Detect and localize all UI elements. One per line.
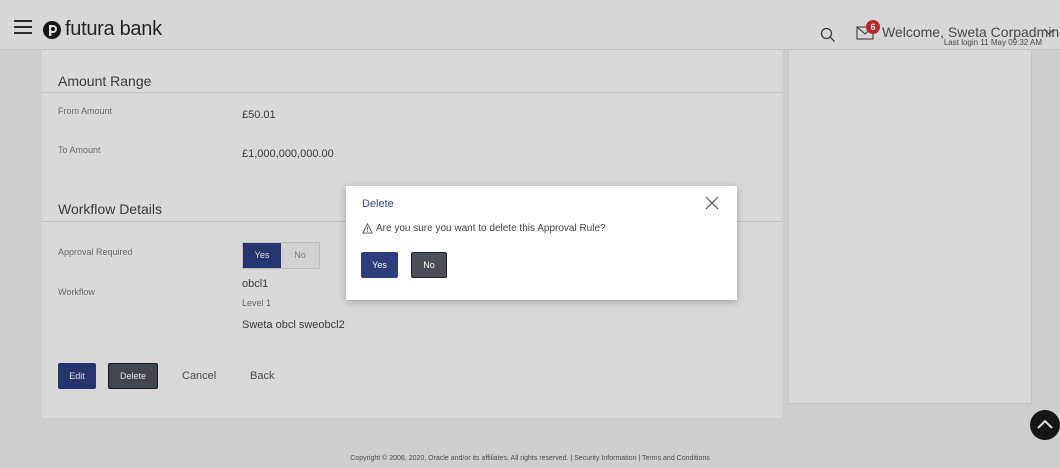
dialog-message: Are you sure you want to delete this App… bbox=[362, 223, 606, 234]
dialog-no-button[interactable]: No bbox=[411, 252, 447, 278]
dialog-message-text: Are you sure you want to delete this App… bbox=[376, 223, 606, 234]
dialog-title: Delete bbox=[362, 198, 394, 210]
warning-icon bbox=[362, 223, 373, 234]
close-icon[interactable] bbox=[705, 196, 719, 210]
delete-confirm-dialog: Delete Are you sure you want to delete t… bbox=[346, 186, 737, 300]
dialog-yes-button[interactable]: Yes bbox=[361, 252, 398, 278]
